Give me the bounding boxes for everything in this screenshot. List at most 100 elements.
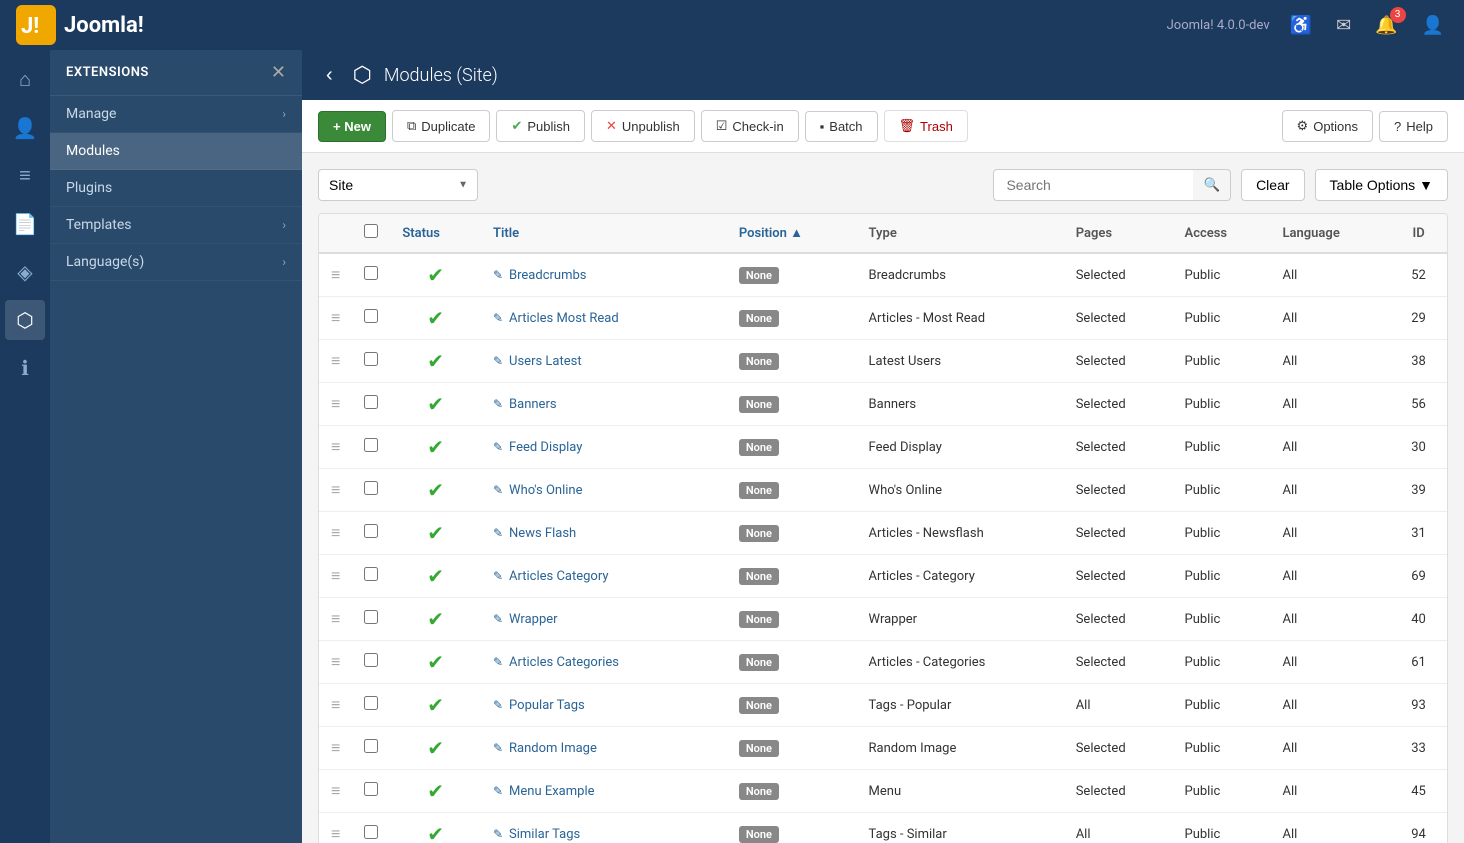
row-position: None [727,426,857,469]
publish-button[interactable]: ✔ Publish [496,110,585,142]
duplicate-button[interactable]: ⧉ Duplicate [392,110,491,142]
sidebar-item-manage[interactable]: Manage › [50,96,302,133]
content-icon-btn[interactable]: 📄 [5,204,45,244]
row-title-link[interactable]: ✎ Users Latest [493,354,715,369]
row-status[interactable]: ✔ [390,727,481,770]
drag-handle[interactable]: ≡ [319,770,352,813]
row-status[interactable]: ✔ [390,297,481,340]
row-title-link[interactable]: ✎ Articles Most Read [493,311,715,326]
row-checkbox[interactable] [364,438,378,452]
row-status[interactable]: ✔ [390,383,481,426]
drag-handle[interactable]: ≡ [319,253,352,297]
sidebar-item-languages[interactable]: Language(s) › [50,244,302,281]
row-status[interactable]: ✔ [390,426,481,469]
row-checkbox[interactable] [364,825,378,839]
row-checkbox[interactable] [364,696,378,710]
row-checkbox[interactable] [364,653,378,667]
user-icon-btn[interactable]: 👤 [1418,11,1448,40]
row-status[interactable]: ✔ [390,340,481,383]
row-title-link[interactable]: ✎ Similar Tags [493,827,715,842]
col-status[interactable]: Status [390,214,481,253]
row-status[interactable]: ✔ [390,684,481,727]
topbar-right: Joomla! 4.0.0-dev ♿ ✉ 🔔 3 👤 [1167,11,1448,40]
row-title-link[interactable]: ✎ Articles Category [493,569,715,584]
site-select[interactable]: Site [318,169,478,201]
drag-handle[interactable]: ≡ [319,727,352,770]
checkin-button[interactable]: ☑ Check-in [701,110,799,142]
col-position[interactable]: Position ▲ [727,214,857,253]
drag-handle[interactable]: ≡ [319,598,352,641]
sidebar-close-btn[interactable]: ✕ [271,62,286,83]
components-icon-btn[interactable]: ◈ [5,252,45,292]
row-checkbox[interactable] [364,266,378,280]
row-status[interactable]: ✔ [390,555,481,598]
row-checkbox[interactable] [364,524,378,538]
mail-icon-btn[interactable]: ✉ [1332,11,1355,40]
row-title-link[interactable]: ✎ Feed Display [493,440,715,455]
sidebar-item-plugins[interactable]: Plugins [50,170,302,207]
drag-handle[interactable]: ≡ [319,641,352,684]
row-checkbox[interactable] [364,309,378,323]
row-checkbox[interactable] [364,352,378,366]
search-input[interactable] [993,169,1193,201]
unpublish-button[interactable]: ✕ Unpublish [591,110,695,142]
sidebar-item-modules[interactable]: Modules [50,133,302,170]
row-checkbox[interactable] [364,481,378,495]
search-box: 🔍 [993,169,1231,201]
row-status[interactable]: ✔ [390,469,481,512]
row-access: Public [1173,253,1271,297]
row-title-link[interactable]: ✎ Breadcrumbs [493,268,715,283]
row-status[interactable]: ✔ [390,813,481,843]
table-options-button[interactable]: Table Options ▼ [1315,169,1448,201]
row-title-link[interactable]: ✎ Menu Example [493,784,715,799]
row-checkbox[interactable] [364,739,378,753]
row-title-link[interactable]: ✎ Articles Categories [493,655,715,670]
new-button[interactable]: + New [318,111,386,142]
trash-button[interactable]: 🗑 Trash [884,110,968,142]
row-status[interactable]: ✔ [390,770,481,813]
drag-handle[interactable]: ≡ [319,555,352,598]
users-icon-btn[interactable]: 👤 [5,108,45,148]
row-status[interactable]: ✔ [390,641,481,684]
clear-button[interactable]: Clear [1241,169,1304,201]
extensions-icon-btn[interactable]: ⬡ [5,300,45,340]
row-status[interactable]: ✔ [390,512,481,555]
drag-handle[interactable]: ≡ [319,469,352,512]
content-area: Site 🔍 Clear Table Options ▼ [302,153,1464,843]
row-title-link[interactable]: ✎ Who's Online [493,483,715,498]
drag-handle[interactable]: ≡ [319,684,352,727]
back-button[interactable]: ‹ [318,60,341,91]
row-title-link[interactable]: ✎ Popular Tags [493,698,715,713]
select-all-checkbox[interactable] [364,224,378,238]
accessibility-icon-btn[interactable]: ♿ [1286,11,1316,40]
search-submit-button[interactable]: 🔍 [1193,169,1231,201]
filter-bar: Site 🔍 Clear Table Options ▼ [318,169,1448,201]
row-checkbox[interactable] [364,782,378,796]
row-checkbox[interactable] [364,395,378,409]
batch-button[interactable]: ▪ Batch [805,111,878,142]
info-icon-btn[interactable]: ℹ [5,348,45,388]
row-status[interactable]: ✔ [390,598,481,641]
row-title: ✎ Articles Categories [481,641,727,684]
drag-handle[interactable]: ≡ [319,426,352,469]
logo-text: Joomla! [64,13,144,38]
row-status[interactable]: ✔ [390,253,481,297]
drag-handle[interactable]: ≡ [319,383,352,426]
row-checkbox[interactable] [364,610,378,624]
drag-handle[interactable]: ≡ [319,297,352,340]
col-title[interactable]: Title [481,214,727,253]
row-checkbox[interactable] [364,567,378,581]
row-title-link[interactable]: ✎ Wrapper [493,612,715,627]
menu-icon-btn[interactable]: ≡ [5,156,45,196]
sidebar-item-templates[interactable]: Templates › [50,207,302,244]
drag-handle[interactable]: ≡ [319,512,352,555]
home-icon-btn[interactable]: ⌂ [5,60,45,100]
help-button[interactable]: ? Help [1379,111,1448,142]
drag-handle[interactable]: ≡ [319,340,352,383]
row-title-link[interactable]: ✎ News Flash [493,526,715,541]
row-title-link[interactable]: ✎ Banners [493,397,715,412]
options-button[interactable]: ⚙ Options [1282,110,1373,142]
row-title-link[interactable]: ✎ Random Image [493,741,715,756]
drag-handle[interactable]: ≡ [319,813,352,843]
notifications-icon-btn[interactable]: 🔔 3 [1371,11,1401,40]
